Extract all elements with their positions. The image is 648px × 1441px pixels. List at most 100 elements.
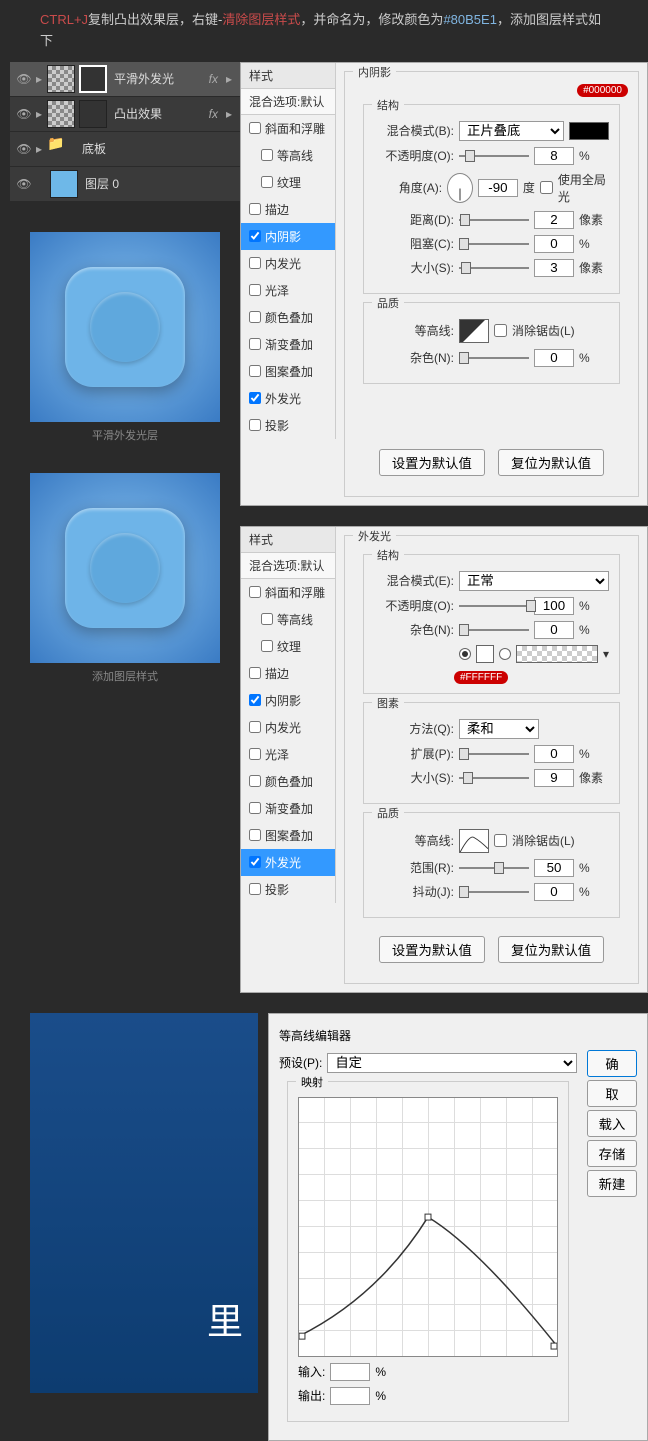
global-light-checkbox[interactable] <box>540 181 553 194</box>
reset-default-button[interactable]: 复位为默认值 <box>498 936 604 963</box>
size-slider[interactable] <box>459 770 529 786</box>
cancel-button[interactable]: 取 <box>587 1080 637 1107</box>
opacity-slider[interactable] <box>459 598 529 614</box>
layer-row[interactable]: 👁 ▸ 📁 底板 <box>10 132 240 167</box>
layer-thumbnail <box>50 170 78 198</box>
layer-row[interactable]: 👁 ▸ 凸出效果 fx ▸ <box>10 97 240 132</box>
style-stroke[interactable]: 描边 <box>241 196 335 223</box>
layer-row[interactable]: 👁 ▸ 平滑外发光 fx ▸ <box>10 62 240 97</box>
save-button[interactable]: 存储 <box>587 1140 637 1167</box>
preview-label: 平滑外发光层 <box>30 427 220 443</box>
new-button[interactable]: 新建 <box>587 1170 637 1197</box>
set-default-button[interactable]: 设置为默认值 <box>379 449 485 476</box>
noise-slider[interactable] <box>459 350 529 366</box>
preset-select[interactable]: 自定 <box>327 1053 577 1073</box>
blend-mode-select[interactable]: 正常 <box>459 571 609 591</box>
style-drop-shadow[interactable]: 投影 <box>241 412 335 439</box>
mapping-group: 映射 输入: % 输出: % <box>287 1081 569 1422</box>
dialog-title: 等高线编辑器 <box>279 1024 637 1047</box>
set-default-button[interactable]: 设置为默认值 <box>379 936 485 963</box>
quality-group: 品质 等高线: 消除锯齿(L) 杂色(N): % <box>363 302 620 384</box>
choke-input[interactable] <box>534 235 574 253</box>
style-pattern-overlay[interactable]: 图案叠加 <box>241 358 335 385</box>
blend-options[interactable]: 混合选项:默认 <box>241 89 335 115</box>
style-inner-glow[interactable]: 内发光 <box>241 250 335 277</box>
antialias-checkbox[interactable] <box>494 324 507 337</box>
size-input[interactable] <box>534 769 574 787</box>
blend-options[interactable]: 混合选项:默认 <box>241 553 335 579</box>
visibility-icon[interactable]: 👁 <box>15 72 33 86</box>
curve-output[interactable] <box>330 1387 370 1405</box>
size-slider[interactable] <box>459 260 529 276</box>
styles-list: 样式 混合选项:默认 斜面和浮雕 等高线 纹理 描边 内阴影 内发光 光泽 颜色… <box>241 527 336 903</box>
glow-color-swatch[interactable] <box>476 645 494 663</box>
distance-slider[interactable] <box>459 212 529 228</box>
style-bevel[interactable]: 斜面和浮雕 <box>241 579 335 606</box>
jitter-input[interactable] <box>534 883 574 901</box>
style-outer-glow[interactable]: 外发光 <box>241 385 335 412</box>
gradient-picker[interactable] <box>516 645 598 663</box>
layer-thumbnail <box>47 100 75 128</box>
gradient-radio[interactable] <box>499 648 511 660</box>
style-contour[interactable]: 等高线 <box>241 142 335 169</box>
style-contour[interactable]: 等高线 <box>241 606 335 633</box>
layer-mask <box>79 100 107 128</box>
choke-slider[interactable] <box>459 236 529 252</box>
noise-input[interactable] <box>534 621 574 639</box>
layer-style-dialog-inner-shadow: 样式 混合选项:默认 斜面和浮雕 等高线 纹理 描边 内阴影 内发光 光泽 颜色… <box>240 62 648 506</box>
style-inner-shadow[interactable]: 内阴影 <box>241 223 335 250</box>
style-inner-glow[interactable]: 内发光 <box>241 714 335 741</box>
layer-style-dialog-outer-glow: 样式 混合选项:默认 斜面和浮雕 等高线 纹理 描边 内阴影 内发光 光泽 颜色… <box>240 526 648 993</box>
contour-picker[interactable] <box>459 319 489 343</box>
style-gradient-overlay[interactable]: 渐变叠加 <box>241 795 335 822</box>
visibility-icon[interactable]: 👁 <box>15 177 33 191</box>
opacity-input[interactable] <box>534 597 574 615</box>
curve-input[interactable] <box>330 1363 370 1381</box>
style-texture[interactable]: 纹理 <box>241 633 335 660</box>
ok-button[interactable]: 确 <box>587 1050 637 1077</box>
range-input[interactable] <box>534 859 574 877</box>
noise-slider[interactable] <box>459 622 529 638</box>
noise-input[interactable] <box>534 349 574 367</box>
preview-image-2 <box>30 473 220 663</box>
spread-slider[interactable] <box>459 746 529 762</box>
style-texture[interactable]: 纹理 <box>241 169 335 196</box>
style-satin[interactable]: 光泽 <box>241 277 335 304</box>
style-outer-glow[interactable]: 外发光 <box>241 849 335 876</box>
color-swatch[interactable] <box>569 122 609 140</box>
spread-input[interactable] <box>534 745 574 763</box>
style-pattern-overlay[interactable]: 图案叠加 <box>241 822 335 849</box>
structure-group: 结构 混合模式(B): 正片叠底 不透明度(O): % 角度(A): 度 <box>363 104 620 294</box>
technique-select[interactable]: 柔和 <box>459 719 539 739</box>
size-input[interactable] <box>534 259 574 277</box>
load-button[interactable]: 载入 <box>587 1110 637 1137</box>
layers-panel: 👁 ▸ 平滑外发光 fx ▸ 👁 ▸ 凸出效果 fx ▸ 👁 ▸ 📁 底板 👁 … <box>10 62 240 202</box>
style-stroke[interactable]: 描边 <box>241 660 335 687</box>
style-gradient-overlay[interactable]: 渐变叠加 <box>241 331 335 358</box>
reset-default-button[interactable]: 复位为默认值 <box>498 449 604 476</box>
visibility-icon[interactable]: 👁 <box>15 142 33 156</box>
jitter-slider[interactable] <box>459 884 529 900</box>
style-satin[interactable]: 光泽 <box>241 741 335 768</box>
style-color-overlay[interactable]: 颜色叠加 <box>241 304 335 331</box>
range-slider[interactable] <box>459 860 529 876</box>
contour-picker[interactable] <box>459 829 489 853</box>
distance-input[interactable] <box>534 211 574 229</box>
structure-group: 结构 混合模式(E): 正常 不透明度(O): % 杂色(N): % <box>363 554 620 694</box>
visibility-icon[interactable]: 👁 <box>15 107 33 121</box>
style-color-overlay[interactable]: 颜色叠加 <box>241 768 335 795</box>
style-drop-shadow[interactable]: 投影 <box>241 876 335 903</box>
opacity-slider[interactable] <box>459 148 529 164</box>
curve-editor[interactable] <box>298 1097 558 1357</box>
angle-dial[interactable] <box>447 173 473 203</box>
layer-row[interactable]: 👁 图层 0 <box>10 167 240 202</box>
angle-input[interactable] <box>478 179 518 197</box>
preview-image-1 <box>30 232 220 422</box>
color-radio[interactable] <box>459 648 471 660</box>
opacity-input[interactable] <box>534 147 574 165</box>
style-inner-shadow[interactable]: 内阴影 <box>241 687 335 714</box>
blend-mode-select[interactable]: 正片叠底 <box>459 121 564 141</box>
preview-label: 添加图层样式 <box>30 668 220 684</box>
style-bevel[interactable]: 斜面和浮雕 <box>241 115 335 142</box>
antialias-checkbox[interactable] <box>494 834 507 847</box>
